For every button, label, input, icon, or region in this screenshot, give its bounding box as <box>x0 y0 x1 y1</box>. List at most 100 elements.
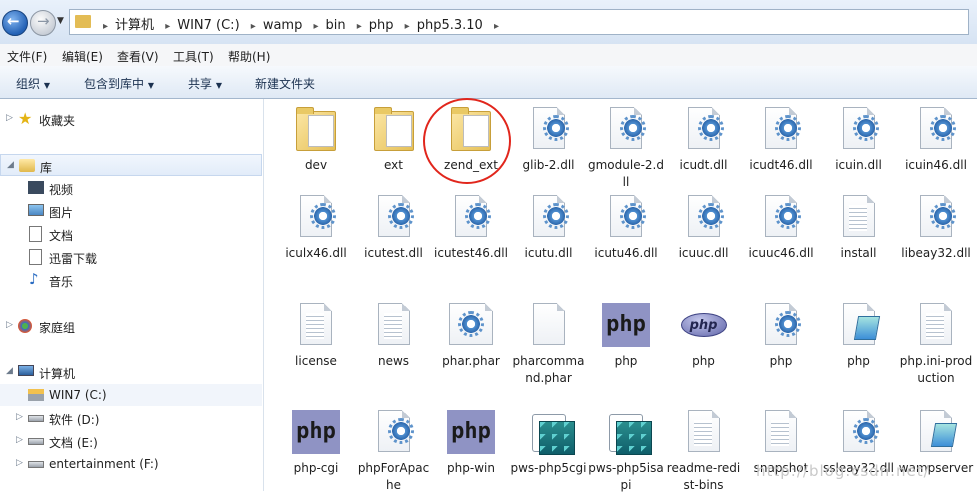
file-item[interactable]: icutest.dll <box>355 193 433 262</box>
expand-icon[interactable]: ▷ <box>16 412 23 422</box>
nav-computer[interactable]: ◢ 计算机 <box>0 361 262 383</box>
dll-icon <box>377 410 414 452</box>
breadcrumb-item[interactable]: php <box>369 18 394 33</box>
menu-edit[interactable]: 编辑(E) <box>62 48 103 65</box>
share-button[interactable]: 共享 ▼ <box>188 75 222 92</box>
file-name: install <box>840 246 877 260</box>
file-item[interactable]: gmodule-2.dll <box>587 105 665 191</box>
nav-drive-d[interactable]: ▷ 软件 (D:) <box>0 407 262 429</box>
file-item[interactable]: icuin.dll <box>820 105 898 174</box>
file-icon-wrap <box>680 408 728 456</box>
address-bar[interactable]: ▸ 计算机 ▸ WIN7 (C:) ▸ wamp ▸ bin ▸ php ▸ php5.3.… <box>69 9 969 35</box>
file-item[interactable]: glib-2.dll <box>510 105 588 174</box>
back-arrow-icon: ← <box>7 12 20 30</box>
nav-drive-f[interactable]: ▷ entertainment (F:) <box>0 453 262 475</box>
file-item[interactable]: icuuc46.dll <box>742 193 820 262</box>
nav-drive-label: WIN7 (C:) <box>49 388 107 402</box>
text-file-icon <box>687 410 720 452</box>
dll-icon <box>532 107 569 149</box>
file-item[interactable]: php.ini-production <box>897 301 975 387</box>
file-item[interactable]: iculx46.dll <box>277 193 355 262</box>
file-item[interactable]: dev <box>277 105 355 174</box>
file-item[interactable]: php <box>820 301 898 370</box>
breadcrumb-item[interactable]: bin <box>326 18 346 33</box>
dll-icon <box>765 303 801 345</box>
file-item[interactable]: icutu.dll <box>510 193 588 262</box>
file-item[interactable]: icuin46.dll <box>897 105 975 174</box>
nav-libraries[interactable]: ◢ 库 <box>0 154 262 176</box>
file-item[interactable]: icutest46.dll <box>432 193 510 262</box>
file-icon-wrap <box>602 408 652 456</box>
file-icon-wrap <box>757 105 805 153</box>
nav-drive-label: 软件 (D:) <box>49 413 100 427</box>
include-in-library-button[interactable]: 包含到库中 ▼ <box>84 75 154 92</box>
menu-tools[interactable]: 工具(T) <box>173 48 214 65</box>
file-name: pws-php5isapi <box>588 461 664 492</box>
file-item[interactable]: readme-redist-bins <box>665 408 743 494</box>
file-item[interactable]: license <box>277 301 355 370</box>
nav-drive-e[interactable]: ▷ 文档 (E:) <box>0 430 262 452</box>
file-item[interactable]: install <box>820 193 898 262</box>
nav-lib-pictures[interactable]: 图片 <box>0 200 262 222</box>
nav-computer-label: 计算机 <box>39 367 76 381</box>
nav-lib-video[interactable]: 视频 <box>0 177 262 199</box>
nav-lib-xunlei[interactable]: 迅雷下载 <box>0 246 262 268</box>
php-square-icon: php <box>447 410 495 454</box>
file-item[interactable]: libeay32.dll <box>897 193 975 262</box>
expand-icon[interactable]: ▷ <box>16 435 23 445</box>
collapse-icon[interactable]: ◢ <box>7 160 14 170</box>
breadcrumb: ▸ 计算机 ▸ WIN7 (C:) ▸ wamp ▸ bin ▸ php ▸ php5.3.… <box>103 18 499 33</box>
file-icon-wrap <box>525 301 573 349</box>
file-item[interactable]: pharcommand.phar <box>510 301 588 387</box>
file-item[interactable]: php <box>742 301 820 370</box>
file-item[interactable]: pws-php5isapi <box>587 408 665 494</box>
nav-drive-c[interactable]: WIN7 (C:) <box>0 384 262 406</box>
nav-lib-documents[interactable]: 文档 <box>0 223 262 245</box>
file-item[interactable]: php php <box>665 301 743 370</box>
collapse-icon[interactable]: ◢ <box>6 366 13 376</box>
breadcrumb-item[interactable]: WIN7 (C:) <box>177 18 239 33</box>
file-item[interactable]: ext <box>355 105 433 174</box>
new-folder-button[interactable]: 新建文件夹 <box>255 75 315 92</box>
expand-icon[interactable]: ▷ <box>6 320 13 330</box>
expand-icon[interactable]: ▷ <box>16 458 23 468</box>
breadcrumb-item[interactable]: php5.3.10 <box>417 18 483 33</box>
menu-view[interactable]: 查看(V) <box>117 48 159 65</box>
picture-icon <box>28 204 44 216</box>
file-icon-wrap: php <box>680 301 728 349</box>
file-icon-wrap <box>912 301 960 349</box>
menu-file[interactable]: 文件(F) <box>7 48 47 65</box>
breadcrumb-item[interactable]: wamp <box>263 18 303 33</box>
notepad-icon <box>842 303 880 345</box>
file-item[interactable]: phar.phar <box>432 301 510 370</box>
file-item[interactable]: icutu46.dll <box>587 193 665 262</box>
forward-button[interactable]: → <box>30 10 56 36</box>
library-icon <box>19 159 35 172</box>
file-icon-wrap <box>680 193 728 241</box>
file-name: php <box>847 354 870 368</box>
file-item[interactable]: icudt.dll <box>665 105 743 174</box>
file-name: phpForApache <box>357 461 430 492</box>
breadcrumb-item[interactable]: 计算机 <box>115 18 154 33</box>
file-item[interactable]: php php-win <box>432 408 510 477</box>
file-item[interactable]: news <box>355 301 433 370</box>
history-dropdown-icon[interactable]: ▼ <box>57 16 64 26</box>
nav-favorites[interactable]: ▷ ★ 收藏夹 <box>0 108 262 130</box>
back-button[interactable]: ← <box>2 10 28 36</box>
file-item[interactable]: pws-php5cgi <box>510 408 588 477</box>
nav-homegroup[interactable]: ▷ 家庭组 <box>0 315 262 337</box>
menu-help[interactable]: 帮助(H) <box>228 48 270 65</box>
file-item[interactable]: icudt46.dll <box>742 105 820 174</box>
nav-item-label: 文档 <box>49 229 74 243</box>
dropdown-arrow-icon: ▼ <box>147 81 154 90</box>
file-item[interactable]: php php <box>587 301 665 370</box>
expand-icon[interactable]: ▷ <box>6 113 13 123</box>
organize-button[interactable]: 组织 ▼ <box>16 75 50 92</box>
file-item[interactable]: php php-cgi <box>277 408 355 477</box>
file-item[interactable]: icuuc.dll <box>665 193 743 262</box>
file-name: php.ini-production <box>899 354 973 385</box>
file-name: license <box>295 354 337 368</box>
file-item[interactable]: phpForApache <box>355 408 433 494</box>
nav-lib-music[interactable]: ♪ 音乐 <box>0 269 262 291</box>
nav-libraries-label: 库 <box>40 161 53 175</box>
